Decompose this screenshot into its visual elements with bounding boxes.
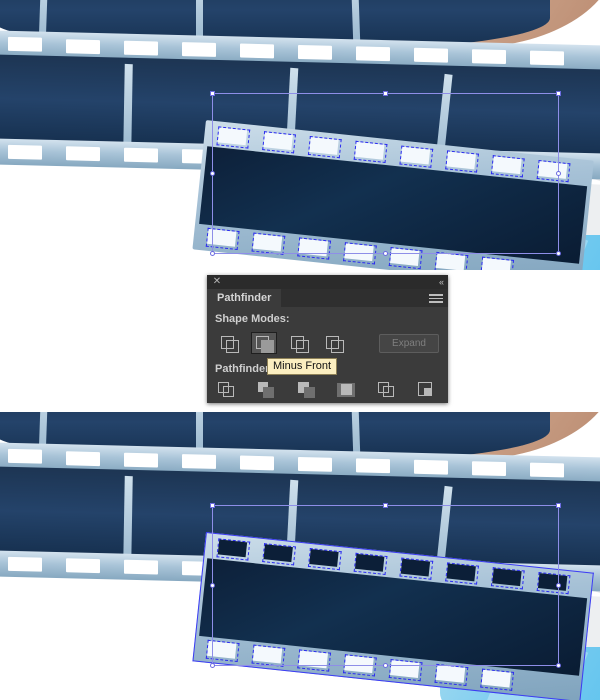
selection-handle-bl[interactable] (210, 663, 215, 668)
selection-handle-ml[interactable] (210, 583, 215, 588)
selection-handle-mr[interactable] (556, 583, 561, 588)
artboard-bottom (0, 412, 600, 700)
pathfinder-minus-back[interactable] (416, 382, 442, 400)
pathfinders-label: Pathfinder: (215, 363, 274, 375)
selection-handle-mr[interactable] (556, 171, 561, 176)
illustration-bottom (0, 412, 600, 700)
selection-handle-bc[interactable] (383, 251, 388, 256)
panel-menu-icon[interactable] (427, 292, 443, 304)
panel-titlebar: ✕ « (207, 275, 448, 289)
shape-mode-intersect[interactable] (286, 332, 312, 354)
close-icon[interactable]: ✕ (212, 277, 222, 287)
shape-mode-exclude[interactable] (321, 332, 347, 354)
selection-handle-tr[interactable] (556, 91, 561, 96)
pathfinder-panel[interactable]: ✕ « Pathfinder Shape Modes: Expand Pathf… (207, 275, 448, 403)
collapse-icon[interactable]: « (429, 277, 444, 287)
selection-handle-bl[interactable] (210, 251, 215, 256)
selection-handle-bc[interactable] (383, 663, 388, 668)
illustration-top (0, 0, 600, 270)
frame-separator (123, 63, 133, 153)
shape-mode-unite[interactable] (216, 332, 242, 354)
selection-handle-ml[interactable] (210, 171, 215, 176)
selection-handle-tl[interactable] (210, 503, 215, 508)
selection-handle-br[interactable] (556, 251, 561, 256)
expand-button[interactable]: Expand (379, 334, 439, 353)
panel-tabrow: Pathfinder (207, 289, 448, 307)
tab-pathfinder[interactable]: Pathfinder (207, 289, 282, 307)
pathfinder-crop[interactable] (336, 382, 362, 400)
selection-handle-tr[interactable] (556, 503, 561, 508)
shape-mode-minus-front[interactable] (251, 332, 277, 354)
shape-modes-label: Shape Modes: (215, 313, 290, 325)
pathfinder-trim[interactable] (256, 382, 282, 400)
screenshot-root: ✕ « Pathfinder Shape Modes: Expand Pathf… (0, 0, 600, 700)
pathfinder-outline[interactable] (376, 382, 402, 400)
pathfinder-merge[interactable] (296, 382, 322, 400)
selection-handle-tc[interactable] (383, 91, 388, 96)
selection-handle-tl[interactable] (210, 91, 215, 96)
artboard-top (0, 0, 600, 270)
frame-separator (123, 475, 133, 565)
panel-body: Shape Modes: Expand Pathfinder: Minus Fr… (207, 307, 448, 403)
selection-handle-br[interactable] (556, 663, 561, 668)
tooltip-minus-front: Minus Front (267, 358, 338, 375)
pathfinder-divide[interactable] (216, 382, 242, 400)
selection-handle-tc[interactable] (383, 503, 388, 508)
